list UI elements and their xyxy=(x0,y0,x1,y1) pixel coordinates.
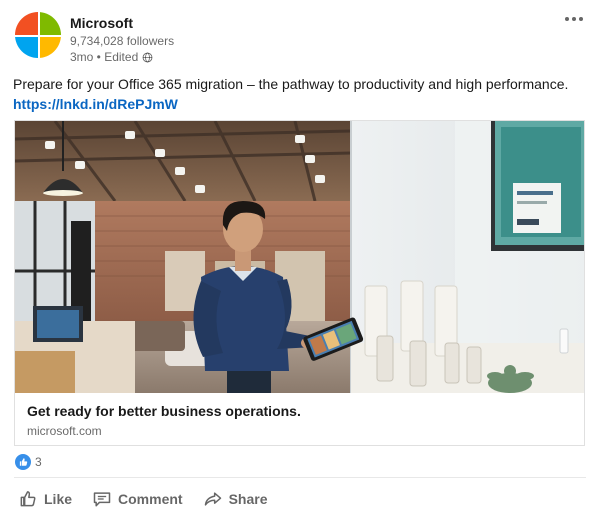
company-logo[interactable] xyxy=(15,12,61,58)
globe-icon xyxy=(142,52,153,62)
post-link[interactable]: https://lnkd.in/dRePJmW xyxy=(13,94,588,114)
more-options-icon[interactable] xyxy=(560,10,588,28)
preview-image[interactable] xyxy=(15,121,584,393)
dot xyxy=(572,17,576,21)
divider xyxy=(14,477,586,478)
post-text: Prepare for your Office 365 migration – … xyxy=(13,74,588,114)
share-icon xyxy=(204,492,221,506)
company-name[interactable]: Microsoft xyxy=(70,14,174,32)
logo-blue-square xyxy=(15,37,38,58)
dot xyxy=(565,17,569,21)
post-header: Microsoft 9,734,028 followers 3mo • Edit… xyxy=(15,12,174,65)
logo-red-square xyxy=(15,12,38,35)
like-button[interactable]: Like xyxy=(10,484,80,514)
post-body: Prepare for your Office 365 migration – … xyxy=(13,76,569,92)
like-reaction-icon xyxy=(15,454,31,470)
card-source: microsoft.com xyxy=(27,424,102,438)
card-title[interactable]: Get ready for better business operations… xyxy=(27,402,572,420)
comment-button[interactable]: Comment xyxy=(84,484,191,514)
reaction-count: 3 xyxy=(35,455,42,469)
thumbs-up-icon xyxy=(20,491,36,507)
office-photo xyxy=(15,121,584,393)
follower-count: 9,734,028 followers xyxy=(70,34,175,48)
post-meta: Microsoft 9,734,028 followers 3mo • Edit… xyxy=(70,14,174,65)
reactions-summary[interactable]: 3 xyxy=(15,454,42,470)
comment-label: Comment xyxy=(118,491,183,507)
comment-icon xyxy=(93,492,111,507)
share-button[interactable]: Share xyxy=(195,484,276,514)
like-label: Like xyxy=(44,491,73,507)
dot xyxy=(579,17,583,21)
share-label: Share xyxy=(228,491,268,507)
post-timestamp: 3mo • Edited xyxy=(70,49,174,65)
link-preview-card[interactable]: Get ready for better business operations… xyxy=(14,120,585,446)
logo-yellow-square xyxy=(40,37,61,58)
logo-green-square xyxy=(40,12,61,35)
feed-post: Microsoft 9,734,028 followers 3mo • Edit… xyxy=(0,0,600,520)
card-body: Get ready for better business operations… xyxy=(15,393,584,439)
post-actions: Like Comment Share xyxy=(10,484,280,514)
timestamp-text: 3mo • Edited xyxy=(70,50,139,64)
